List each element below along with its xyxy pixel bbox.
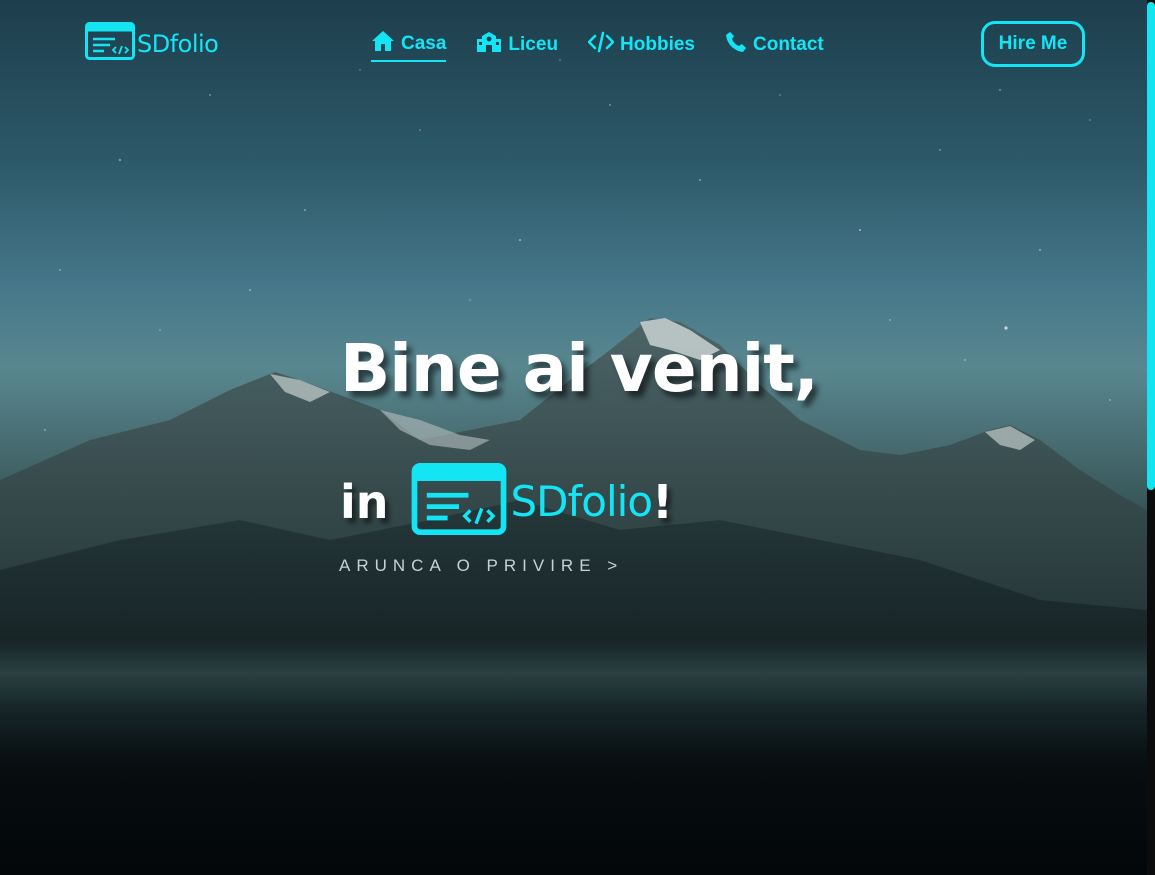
nav-link-contact[interactable]: Contact (725, 31, 824, 59)
code-window-icon (85, 22, 135, 65)
nav-label-liceu: Liceu (508, 34, 559, 55)
nav-label-casa: Casa (401, 33, 447, 54)
scrollbar[interactable] (1147, 0, 1155, 875)
hero-exclamation: ! (652, 474, 674, 529)
hire-me-button[interactable]: Hire Me (981, 21, 1085, 67)
hero-sub-prefix: in (340, 474, 389, 529)
nav-links: Casa Liceu Hobbies Contact (371, 28, 824, 62)
school-icon (476, 31, 502, 59)
home-icon (371, 30, 395, 58)
hero-subline: in SDfolio ! (340, 463, 673, 540)
hero-headline: Bine ai venit, (340, 330, 819, 407)
logo-text: SDfolio (137, 29, 219, 58)
scrollbar-thumb[interactable] (1147, 2, 1155, 490)
hero-background (0, 0, 1147, 875)
nav-label-contact: Contact (753, 34, 824, 55)
logo[interactable]: SDfolio (85, 22, 219, 65)
nav-link-liceu[interactable]: Liceu (476, 31, 558, 59)
code-window-icon (411, 463, 507, 540)
nav-label-hobbies: Hobbies (620, 34, 695, 55)
navbar: SDfolio Casa Liceu Hobbies Contact Hire … (0, 0, 1147, 88)
hero-brand-name: SDfolio (510, 477, 654, 526)
hero-cta-link[interactable]: ARUNCA O PRIVIRE > (339, 556, 623, 576)
phone-icon (725, 31, 747, 59)
code-icon (587, 31, 615, 59)
bottom-shade (0, 700, 1147, 875)
nav-link-casa[interactable]: Casa (371, 30, 447, 62)
nav-link-hobbies[interactable]: Hobbies (587, 31, 695, 59)
